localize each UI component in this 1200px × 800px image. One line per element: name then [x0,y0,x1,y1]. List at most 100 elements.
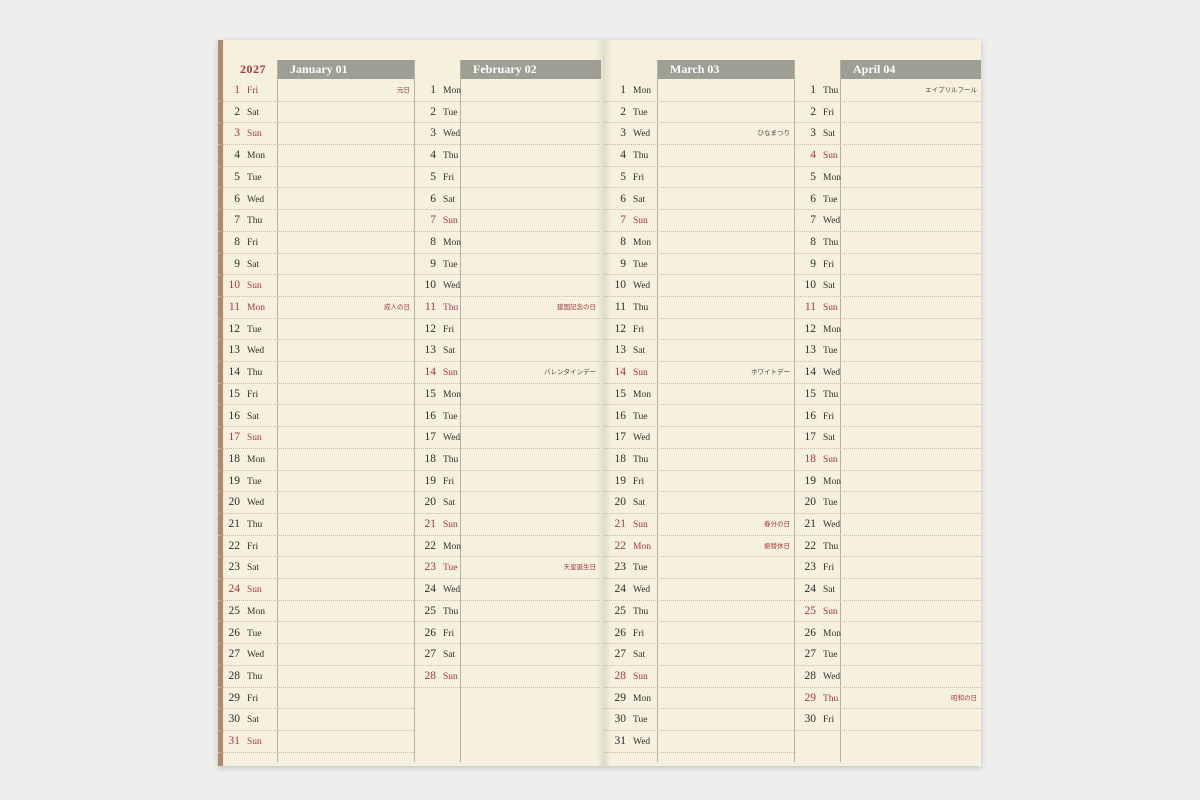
day-row[interactable]: 26 Tue [218,623,414,645]
day-row[interactable]: 22 Thu [794,536,981,558]
day-row[interactable]: 7 Sun [414,210,600,232]
day-row[interactable]: 8 Mon [604,232,794,254]
day-row[interactable]: 10 Wed [604,275,794,297]
day-row[interactable]: 18 Thu [604,449,794,471]
day-row[interactable]: 26 Mon [794,623,981,645]
day-row[interactable]: 9 Tue [604,254,794,276]
day-row[interactable]: 24 Sat [794,579,981,601]
day-row[interactable]: 16 Tue [604,406,794,428]
day-row[interactable]: 9 Sat [218,254,414,276]
day-row[interactable]: 29 Fri [218,688,414,710]
day-row[interactable]: 26 Fri [414,623,600,645]
day-row[interactable]: 19 Tue [218,471,414,493]
day-row[interactable]: 1 Thu エイプリルフール [794,80,981,102]
day-row[interactable]: 19 Fri [604,471,794,493]
day-row[interactable]: 27 Sat [604,644,794,666]
day-row[interactable]: 15 Thu [794,384,981,406]
day-row[interactable]: 25 Sun [794,601,981,623]
day-row[interactable]: 23 Tue [604,557,794,580]
day-row[interactable]: 26 Fri [604,623,794,645]
day-row[interactable]: 22 Mon [414,536,600,558]
day-row[interactable]: 25 Thu [414,601,600,623]
day-row[interactable]: 29 Mon [604,688,794,710]
day-row[interactable]: 6 Sat [604,189,794,211]
day-row[interactable]: 5 Mon [794,167,981,189]
day-row[interactable]: 8 Mon [414,232,600,254]
day-row[interactable]: 7 Wed [794,210,981,232]
day-row[interactable]: 10 Wed [414,275,600,297]
day-row[interactable]: 28 Wed [794,666,981,688]
day-row[interactable]: 8 Thu [794,232,981,254]
day-row[interactable]: 3 Wed [414,123,600,146]
day-row[interactable]: 15 Mon [414,384,600,406]
day-row[interactable]: 31 Sun [218,731,414,753]
day-row[interactable]: 11 Mon 成人の日 [218,297,414,319]
day-row[interactable]: 28 Sun [414,666,600,688]
day-row[interactable]: 28 Sun [604,666,794,688]
day-row[interactable]: 3 Wed ひなまつり [604,123,794,146]
day-row[interactable]: 10 Sun [218,275,414,297]
day-row[interactable]: 18 Mon [218,449,414,471]
day-row[interactable]: 7 Sun [604,210,794,232]
day-row[interactable]: 2 Tue [604,102,794,124]
day-row[interactable]: 14 Sun バレンタインデー [414,362,600,384]
day-row[interactable]: 13 Sat [414,340,600,363]
day-row[interactable]: 2 Tue [414,102,600,124]
day-row[interactable]: 7 Thu [218,210,414,232]
day-row[interactable]: 25 Mon [218,601,414,623]
day-row[interactable]: 21 Wed [794,514,981,536]
day-row[interactable]: 23 Tue 天皇誕生日 [414,557,600,580]
day-row[interactable]: 28 Thu [218,666,414,688]
day-row[interactable]: 24 Wed [604,579,794,601]
day-row[interactable]: 16 Sat [218,406,414,428]
day-row[interactable]: 13 Wed [218,340,414,363]
day-row[interactable]: 23 Fri [794,557,981,580]
day-row[interactable]: 18 Thu [414,449,600,471]
day-row[interactable]: 12 Fri [414,319,600,341]
day-row[interactable]: 6 Tue [794,189,981,211]
day-row[interactable]: 15 Fri [218,384,414,406]
day-row[interactable]: 4 Mon [218,145,414,167]
day-row[interactable]: 16 Fri [794,406,981,428]
day-row[interactable]: 19 Fri [414,471,600,493]
day-row[interactable]: 13 Tue [794,340,981,363]
day-row[interactable]: 20 Tue [794,492,981,514]
day-row[interactable]: 21 Thu [218,514,414,536]
day-row[interactable]: 20 Wed [218,492,414,514]
day-row[interactable]: 4 Sun [794,145,981,167]
day-row[interactable]: 16 Tue [414,406,600,428]
day-row[interactable]: 9 Tue [414,254,600,276]
day-row[interactable]: 17 Sun [218,427,414,449]
day-row[interactable]: 11 Sun [794,297,981,319]
day-row[interactable]: 12 Fri [604,319,794,341]
day-row[interactable]: 11 Thu 建国記念の日 [414,297,600,319]
day-row[interactable]: 10 Sat [794,275,981,297]
day-row[interactable]: 24 Sun [218,579,414,601]
day-row[interactable]: 19 Mon [794,471,981,493]
day-row[interactable]: 6 Sat [414,189,600,211]
day-row[interactable]: 5 Tue [218,167,414,189]
day-row[interactable]: 15 Mon [604,384,794,406]
day-row[interactable]: 20 Sat [604,492,794,514]
day-row[interactable]: 13 Sat [604,340,794,363]
day-row[interactable]: 3 Sun [218,123,414,146]
day-row[interactable]: 31 Wed [604,731,794,753]
day-row[interactable]: 3 Sat [794,123,981,146]
day-row[interactable]: 1 Fri 元日 [218,80,414,102]
day-row[interactable]: 4 Thu [604,145,794,167]
day-row[interactable]: 14 Thu [218,362,414,384]
day-row[interactable]: 30 Sat [218,709,414,731]
day-row[interactable]: 27 Sat [414,644,600,666]
day-row[interactable]: 14 Wed [794,362,981,384]
day-row[interactable]: 20 Sat [414,492,600,514]
day-row[interactable]: 17 Wed [414,427,600,449]
day-row[interactable]: 27 Wed [218,644,414,666]
day-row[interactable]: 4 Thu [414,145,600,167]
day-row[interactable]: 30 Tue [604,709,794,731]
day-row[interactable]: 29 Thu 昭和の日 [794,688,981,710]
day-row[interactable]: 21 Sun 春分の日 [604,514,794,536]
day-row[interactable]: 9 Fri [794,254,981,276]
day-row[interactable]: 12 Mon [794,319,981,341]
day-row[interactable]: 8 Fri [218,232,414,254]
day-row[interactable]: 25 Thu [604,601,794,623]
